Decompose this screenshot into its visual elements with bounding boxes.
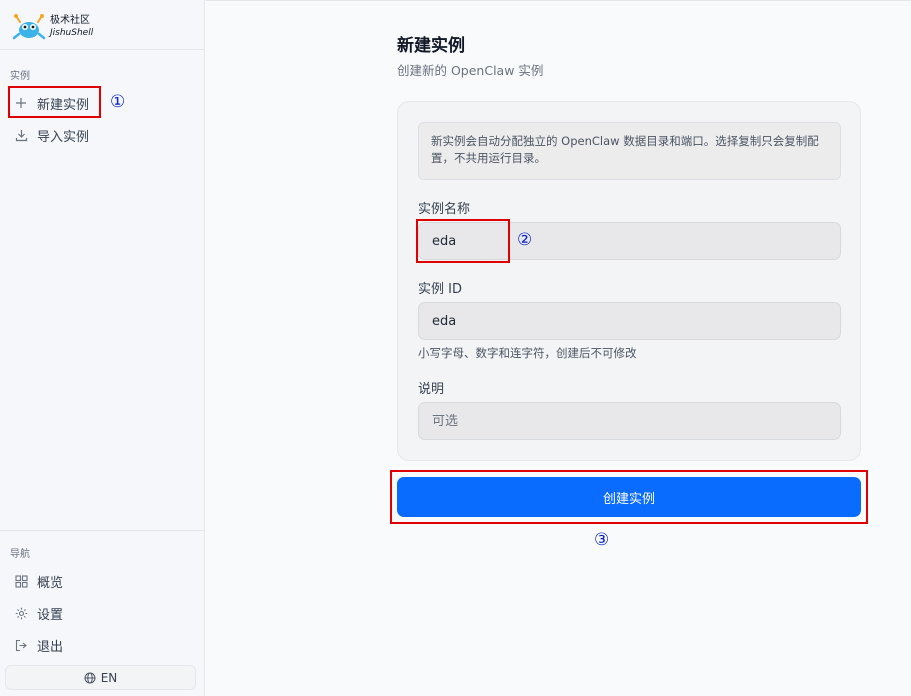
- info-notice: 新实例会自动分配独立的 OpenClaw 数据目录和端口。选择复制只会复制配置，…: [418, 122, 841, 180]
- annotation-number-2: ②: [517, 230, 533, 250]
- sidebar-item-import-instance[interactable]: 导入实例: [10, 121, 194, 149]
- sidebar-item-label: 退出: [37, 639, 64, 655]
- page-subtitle: 创建新的 OpenClaw 实例: [397, 63, 544, 78]
- sidebar-divider: [0, 49, 204, 50]
- sidebar-item-label: 概览: [37, 575, 64, 591]
- annotation-box-3: [390, 470, 868, 524]
- annotation-box-1: [8, 86, 101, 118]
- section-label-instances: 实例: [10, 71, 30, 82]
- sidebar-item-settings[interactable]: 设置: [10, 599, 194, 627]
- instance-id-input[interactable]: [418, 302, 841, 340]
- description-input[interactable]: [418, 402, 841, 440]
- description-label: 说明: [418, 382, 445, 397]
- language-toggle-button[interactable]: EN: [5, 665, 196, 690]
- main-content: 新建实例 创建新的 OpenClaw 实例 新实例会自动分配独立的 OpenCl…: [205, 0, 911, 696]
- logout-icon: [13, 637, 29, 653]
- annotation-box-2: [416, 219, 510, 263]
- annotation-number-1: ①: [110, 92, 126, 112]
- sidebar-divider: [0, 530, 204, 531]
- brand-name-en: JishuShell: [50, 28, 94, 38]
- annotation-number-3: ③: [594, 530, 610, 550]
- gear-icon: [13, 605, 29, 621]
- globe-icon: [84, 672, 96, 684]
- section-label-nav: 导航: [10, 549, 30, 560]
- page-title: 新建实例: [397, 36, 465, 56]
- mascot-logo: [12, 12, 46, 42]
- sidebar-item-logout[interactable]: 退出: [10, 631, 194, 659]
- grid-icon: [13, 573, 29, 589]
- create-instance-form: 新实例会自动分配独立的 OpenClaw 数据目录和端口。选择复制只会复制配置，…: [397, 101, 861, 461]
- brand[interactable]: 极术社区 JishuShell: [12, 10, 93, 44]
- sidebar-item-overview[interactable]: 概览: [10, 567, 194, 595]
- sidebar-item-label: 设置: [37, 607, 64, 623]
- language-label: EN: [100, 670, 118, 685]
- instance-name-label: 实例名称: [418, 202, 471, 217]
- sidebar-item-label: 导入实例: [37, 129, 90, 145]
- download-icon: [13, 127, 29, 143]
- sidebar: 极术社区 JishuShell 实例 新建实例 ① 导入实例 导航 概览 设置 …: [0, 0, 205, 696]
- instance-id-hint: 小写字母、数字和连字符，创建后不可修改: [418, 346, 637, 360]
- brand-name-cn: 极术社区: [50, 15, 90, 26]
- instance-id-label: 实例 ID: [418, 282, 462, 297]
